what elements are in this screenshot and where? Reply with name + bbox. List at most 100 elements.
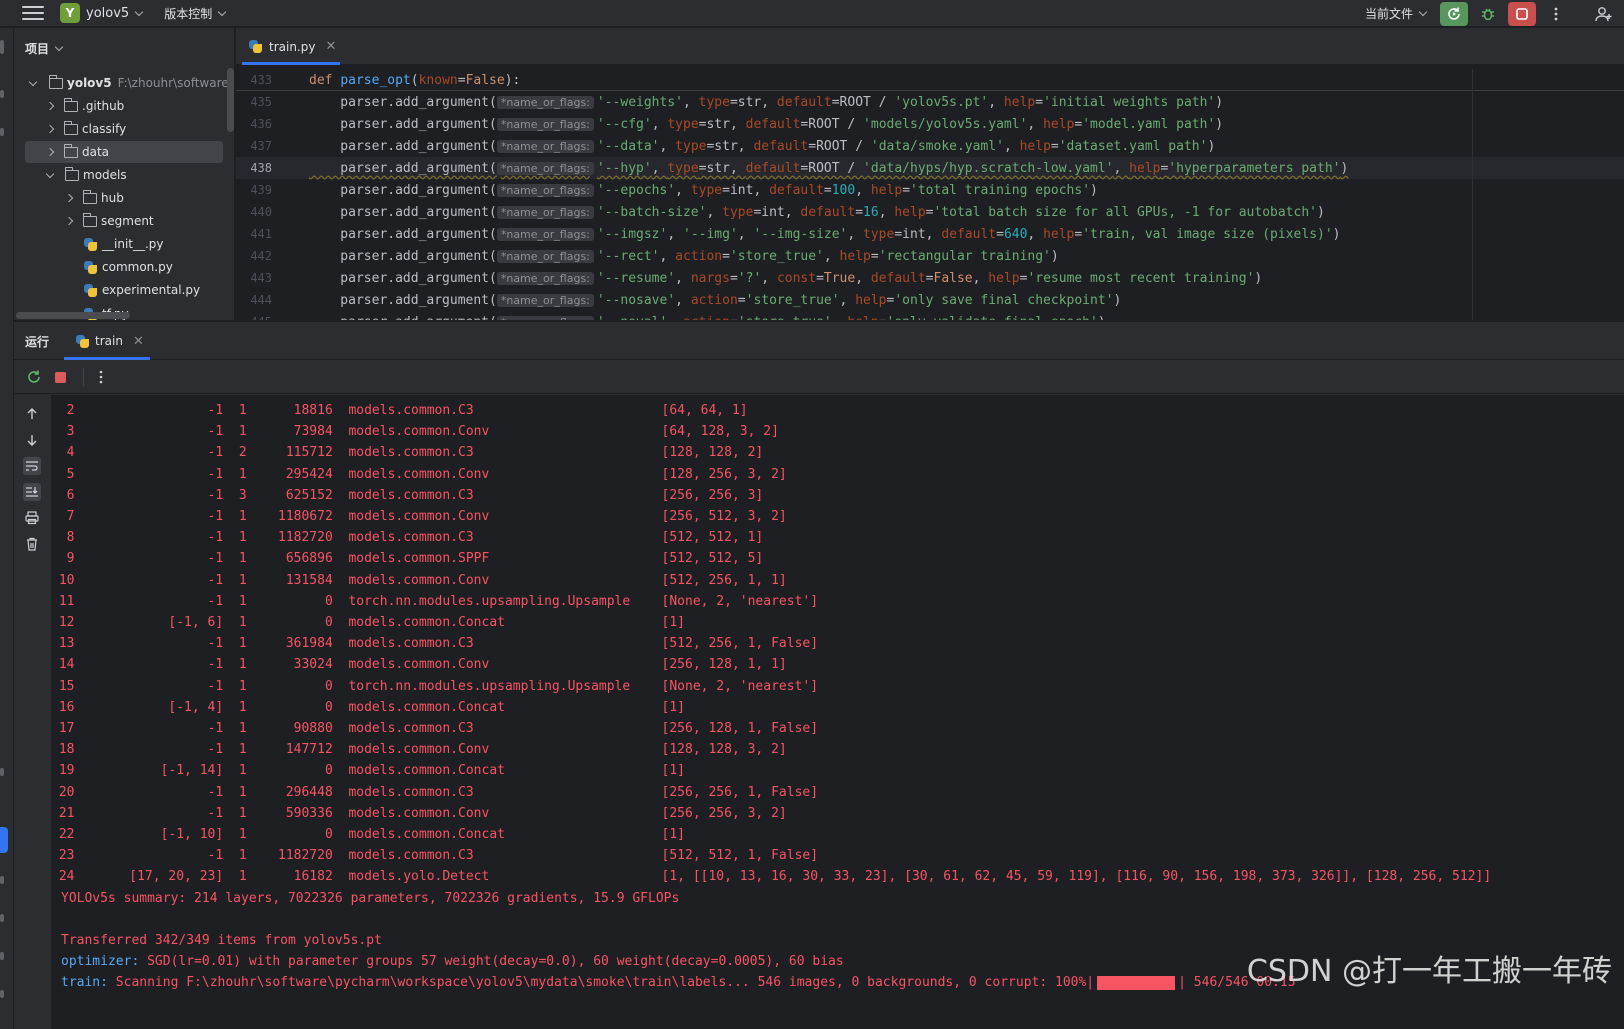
project-tool-icon[interactable]	[0, 40, 4, 54]
tab-train-run[interactable]: train ✕	[76, 322, 150, 360]
console-col-from: [-1, 14]	[82, 763, 232, 779]
console-model-row: 2 -1 1 18816 models.common.C3 [64, 64, 1…	[51, 400, 748, 421]
param-hint: *name_or_flags:	[496, 117, 594, 131]
console-col-index: 17	[51, 721, 83, 736]
console-output[interactable]: 2 -1 1 18816 models.common.C3 [64, 64, 1…	[51, 395, 1624, 1029]
title-bar: Y yolov5 版本控制 当前文件	[0, 0, 1624, 27]
tab-train-py[interactable]: train.py ✕	[242, 28, 340, 65]
scroll-down-button[interactable]	[23, 431, 41, 449]
code-line: 435 parser.add_argument(*name_or_flags: '…	[236, 91, 1624, 113]
console-col-n: 2	[231, 445, 255, 461]
tree-item-models[interactable]: models	[14, 164, 234, 186]
chevron-down-icon[interactable]	[217, 7, 227, 16]
soft-wrap-button[interactable]	[23, 457, 41, 475]
vertical-scrollbar[interactable]	[227, 68, 234, 132]
console-col-index: 7	[51, 509, 83, 524]
chevron-right-icon[interactable]	[45, 101, 55, 111]
rerun-button[interactable]	[1440, 1, 1468, 26]
account-button[interactable]	[1590, 2, 1618, 26]
tree-item-init-py[interactable]: __init__.py	[14, 233, 234, 255]
console-col-module: models.common.C3	[348, 445, 662, 461]
console-model-row: 15 -1 1 0 torch.nn.modules.upsampling.Up…	[51, 676, 818, 697]
line-number: 443	[250, 271, 272, 285]
console-col-n: 1	[231, 805, 255, 821]
tree-item-hub[interactable]: hub	[14, 187, 234, 209]
console-model-row: 23 -1 1 1182720 models.common.C3 [512, 5…	[51, 845, 818, 866]
console-col-params: 625152	[254, 487, 349, 503]
run-tool-icon[interactable]	[0, 827, 8, 853]
console-col-n: 1	[231, 721, 255, 736]
code-area[interactable]: 433 def parse_opt(known=False): 435 pars…	[236, 69, 1624, 320]
code-text: parser.add_argument(*name_or_flags: '--da…	[309, 138, 1216, 154]
console-side-toolbar	[14, 395, 50, 1029]
editor-tab-bar: train.py ✕	[236, 28, 1624, 65]
param-hint: *name_or_flags:	[496, 161, 594, 175]
stop-button[interactable]	[51, 368, 69, 386]
tree-item-common-py[interactable]: common.py	[14, 256, 234, 278]
tool-window-icon[interactable]	[0, 90, 4, 98]
console-model-row: 16 [-1, 4] 1 0 models.common.Concat [1]	[51, 697, 685, 718]
tool-window-icon[interactable]	[0, 952, 4, 960]
tool-window-icon[interactable]	[0, 914, 4, 922]
code-line: 433 def parse_opt(known=False):	[236, 69, 1624, 91]
tree-item-segment[interactable]: segment	[14, 210, 234, 232]
console-col-index: 11	[51, 593, 83, 609]
clear-console-button[interactable]	[23, 535, 41, 553]
vcs-menu[interactable]: 版本控制	[164, 5, 212, 22]
console-col-params: 0	[254, 763, 349, 779]
more-actions-button[interactable]	[1542, 2, 1570, 26]
chevron-right-icon[interactable]	[45, 147, 55, 157]
project-name[interactable]: yolov5	[86, 6, 129, 21]
console-col-module: models.common.C3	[348, 487, 662, 503]
console-col-n: 1	[231, 678, 255, 694]
main-menu-icon[interactable]	[22, 6, 44, 20]
scroll-to-end-button[interactable]	[23, 483, 41, 501]
project-panel-title[interactable]: 项目	[25, 40, 64, 57]
scroll-up-button[interactable]	[23, 405, 41, 423]
code-text: parser.add_argument(*name_or_flags: '--ba…	[309, 204, 1325, 220]
chevron-right-icon[interactable]	[64, 193, 74, 203]
print-button[interactable]	[23, 509, 41, 527]
console-optimizer: optimizer: SGD(lr=0.01) with parameter g…	[61, 951, 844, 972]
console-col-from: -1	[82, 487, 232, 503]
console-model-row: 20 -1 1 296448 models.common.C3 [256, 25…	[51, 782, 818, 803]
chevron-down-icon[interactable]	[134, 7, 144, 16]
tool-window-icon[interactable]	[0, 876, 4, 884]
folder-icon	[63, 97, 78, 112]
stop-button[interactable]	[1508, 1, 1536, 26]
run-config-selector[interactable]: 当前文件	[1365, 5, 1428, 22]
close-icon[interactable]: ✕	[325, 39, 336, 54]
console-col-module: models.common.Concat	[348, 615, 662, 630]
tree-item-data[interactable]: data	[25, 141, 223, 163]
project-panel: 项目 yolov5 F:\zhouhr\software\py .github …	[14, 28, 235, 320]
line-number: 435	[250, 95, 272, 109]
close-icon[interactable]: ✕	[133, 334, 144, 349]
tree-item-experimental-py[interactable]: experimental.py	[14, 279, 234, 301]
param-hint: *name_or_flags:	[496, 139, 594, 153]
code-text: parser.add_argument(*name_or_flags: '--we…	[309, 94, 1224, 110]
project-badge[interactable]: Y	[60, 3, 80, 23]
tool-window-icon[interactable]	[0, 990, 4, 998]
tree-item-github[interactable]: .github	[14, 95, 234, 117]
tool-window-icon[interactable]	[0, 768, 4, 776]
rerun-button[interactable]	[25, 368, 43, 386]
console-col-index: 21	[51, 805, 83, 821]
code-line-current: 438 parser.add_argument(*name_or_flags: '…	[236, 157, 1624, 179]
console-model-row: 5 -1 1 295424 models.common.Conv [128, 2…	[51, 464, 787, 485]
debug-button[interactable]	[1474, 2, 1502, 26]
console-col-n: 1	[231, 784, 255, 800]
console-model-row: 22 [-1, 10] 1 0 models.common.Concat [1]	[51, 824, 685, 845]
tool-window-icon[interactable]	[0, 128, 4, 136]
code-line: 442 parser.add_argument(*name_or_flags: '…	[236, 245, 1624, 267]
chevron-right-icon[interactable]	[64, 216, 74, 226]
expand-arrow-icon[interactable]	[28, 77, 38, 86]
tree-root-yolov5[interactable]: yolov5 F:\zhouhr\software\py	[14, 72, 234, 94]
horizontal-scrollbar[interactable]	[16, 312, 130, 319]
chevron-right-icon[interactable]	[45, 124, 55, 134]
right-margin-guide	[1472, 69, 1473, 320]
tree-item-classify[interactable]: classify	[14, 118, 234, 140]
expand-arrow-icon[interactable]	[45, 169, 55, 178]
more-options-button[interactable]	[96, 368, 106, 386]
folder-icon	[82, 189, 97, 204]
console-col-params: 33024	[254, 657, 349, 673]
